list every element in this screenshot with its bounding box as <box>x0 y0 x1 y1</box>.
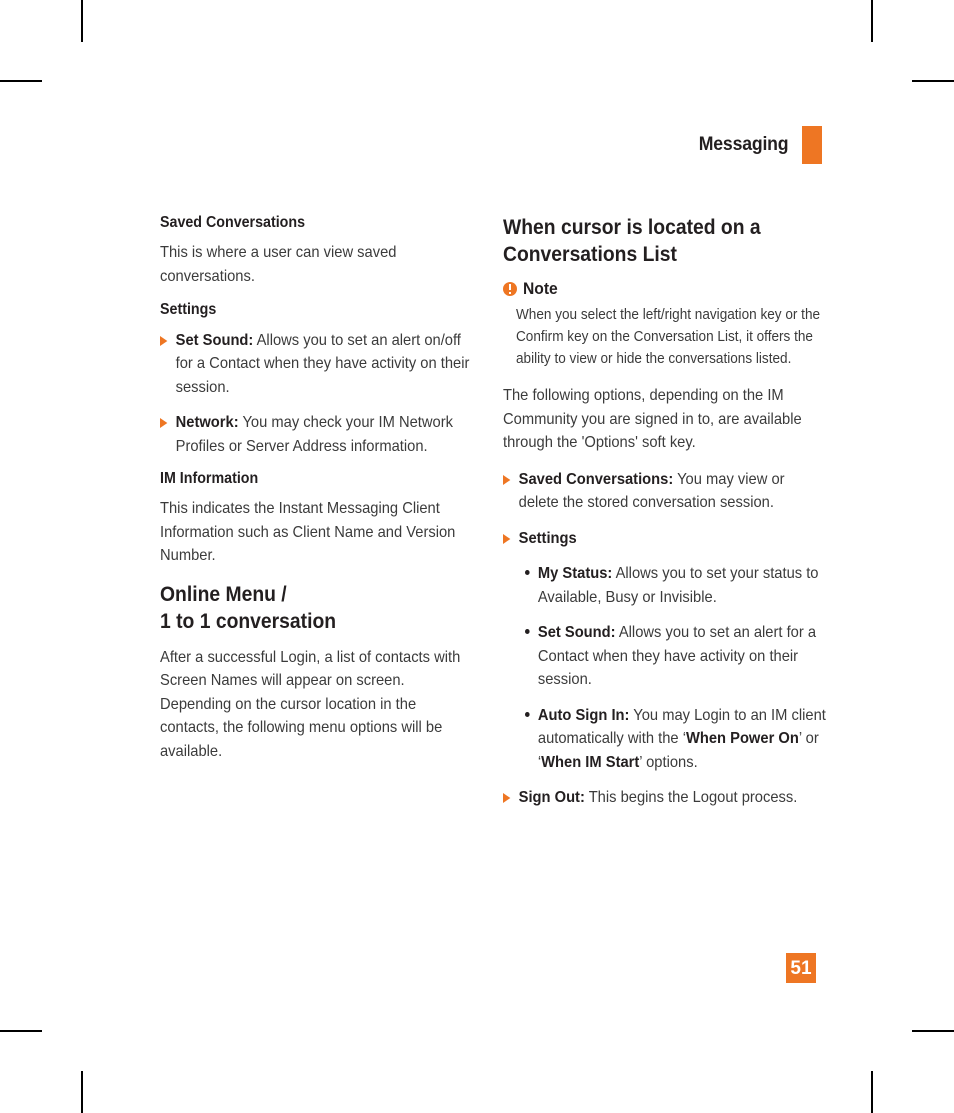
round-bullet-icon <box>525 629 530 635</box>
heading-saved-conversations: Saved Conversations <box>160 214 306 231</box>
crop-mark-bottom-right-vertical <box>871 1071 873 1113</box>
crop-mark-bottom-left-horizontal <box>0 1030 42 1032</box>
heading-im-information: IM Information <box>160 470 259 488</box>
sub-list-item-emphasis-1: When Power On <box>685 730 799 748</box>
right-column: When cursor is located on a Conversation… <box>503 214 826 822</box>
paragraph-im-information: This indicates the Instant Messaging Cli… <box>160 500 456 565</box>
crop-mark-top-right-horizontal <box>912 80 954 82</box>
page-header-title: Messaging <box>698 134 788 155</box>
heading-settings: Settings <box>160 301 217 319</box>
list-item: Network: You may check your IM Network P… <box>160 411 475 458</box>
note-header: Note <box>503 279 818 299</box>
crop-mark-top-right-vertical <box>871 0 873 42</box>
page-content: Saved Conversations This is where a user… <box>160 214 826 822</box>
sub-list-item-emphasis-2: When IM Start <box>541 753 640 771</box>
heading-when-cursor-line2: Conversations List <box>503 243 677 267</box>
heading-online-menu-line1: Online Menu / <box>160 583 287 606</box>
triangle-bullet-icon <box>503 533 511 544</box>
note-title: Note <box>523 278 558 298</box>
list-item: Sign Out: This begins the Logout process… <box>503 786 818 810</box>
exclamation-circle-icon <box>503 281 517 296</box>
heading-when-cursor-line1: When cursor is located on a <box>503 216 761 239</box>
crop-mark-top-left-vertical <box>81 0 83 42</box>
page-header: Messaging <box>0 126 822 164</box>
left-column: Saved Conversations This is where a user… <box>160 214 475 822</box>
heading-online-menu-line2: 1 to 1 conversation <box>160 610 337 634</box>
sub-list-item: Auto Sign In: You may Login to an IM cli… <box>525 704 826 775</box>
header-accent-bar <box>802 126 822 164</box>
heading-when-cursor-located: When cursor is located on a Conversation… <box>503 214 818 269</box>
triangle-bullet-icon <box>160 335 168 346</box>
paragraph-online-menu: After a successful Login, a list of cont… <box>160 648 461 760</box>
list-item: Settings <box>503 527 818 551</box>
paragraph-saved-conversations: This is where a user can view saved conv… <box>160 244 397 285</box>
heading-online-menu: Online Menu / 1 to 1 conversation <box>160 581 475 636</box>
sub-list-item-label: Auto Sign In: <box>537 706 630 724</box>
list-item-label: Saved Conversations: <box>518 470 674 488</box>
round-bullet-icon <box>525 570 530 576</box>
sub-list-item: My Status: Allows you to set your status… <box>525 562 826 609</box>
list-item: Saved Conversations: You may view or del… <box>503 468 818 515</box>
list-item-label: Network: <box>175 414 239 432</box>
triangle-bullet-icon <box>503 793 511 804</box>
triangle-bullet-icon <box>160 418 168 429</box>
crop-mark-bottom-left-vertical <box>81 1071 83 1113</box>
sub-list-item-label: My Status: <box>537 565 613 583</box>
sub-list-item-text-3: ’ options. <box>639 753 698 771</box>
list-item-label: Set Sound: <box>175 331 254 349</box>
note-body: When you select the left/right navigatio… <box>516 306 821 367</box>
sub-list-item-label: Set Sound: <box>537 624 616 642</box>
paragraph-options-intro: The following options, depending on the … <box>503 387 802 452</box>
list-item: Set Sound: Allows you to set an alert on… <box>160 329 475 400</box>
list-item-label: Settings <box>518 529 577 547</box>
page-number-badge: 51 <box>786 953 816 983</box>
round-bullet-icon <box>525 711 530 717</box>
triangle-bullet-icon <box>503 474 511 485</box>
sub-list-item: Set Sound: Allows you to set an alert fo… <box>525 621 826 692</box>
list-item-text: This begins the Logout process. <box>584 789 798 807</box>
list-item-label: Sign Out: <box>518 789 585 807</box>
crop-mark-top-left-horizontal <box>0 80 42 82</box>
crop-mark-bottom-right-horizontal <box>912 1030 954 1032</box>
